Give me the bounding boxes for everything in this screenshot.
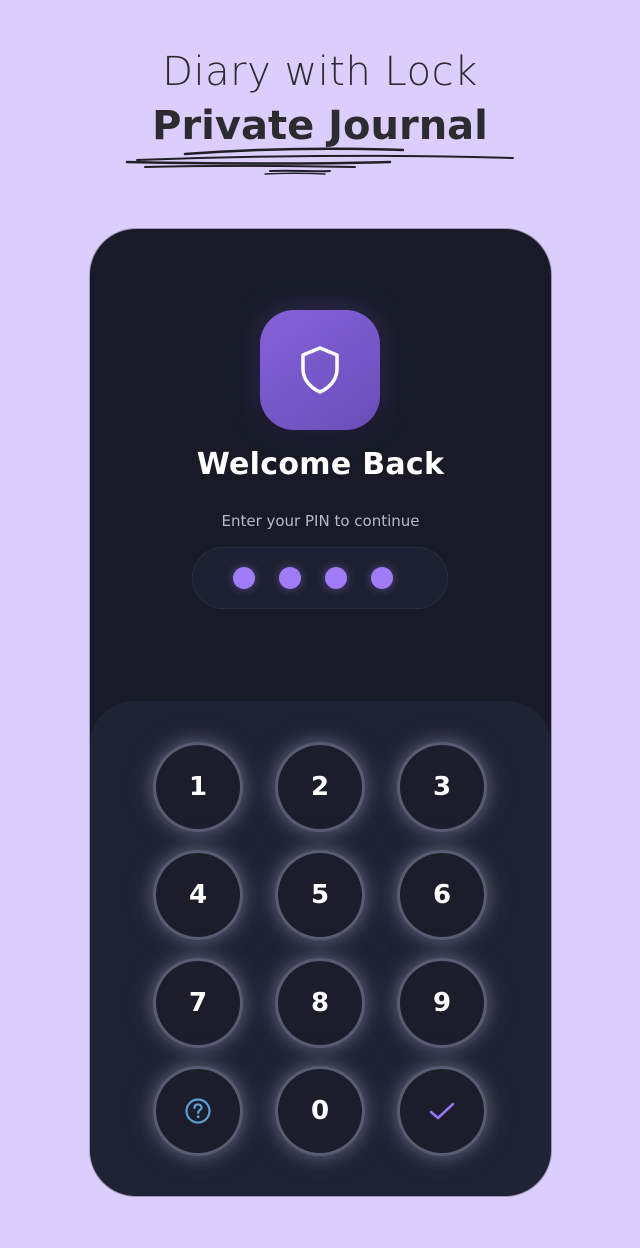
key-5[interactable]: 5 [278, 853, 362, 937]
key-2[interactable]: 2 [278, 745, 362, 829]
pin-prompt: Enter your PIN to continue [221, 512, 420, 530]
pin-indicator [192, 547, 448, 609]
pin-dot [325, 567, 347, 589]
key-label: 1 [188, 772, 208, 802]
shield-icon [301, 346, 339, 394]
key-8[interactable]: 8 [278, 961, 362, 1045]
key-3[interactable]: 3 [400, 745, 484, 829]
key-label: 8 [310, 988, 330, 1018]
headline-line1: Diary with Lock [162, 49, 478, 95]
phone-screen: Welcome Back Enter your PIN to continue … [90, 229, 551, 1196]
welcome-title: Welcome Back [196, 447, 445, 482]
pin-dot [279, 567, 301, 589]
key-label: 0 [310, 1096, 330, 1126]
key-label: 2 [310, 772, 330, 802]
key-1[interactable]: 1 [156, 745, 240, 829]
pin-keypad: 1 2 3 4 5 6 7 8 9 0 [90, 701, 551, 1196]
key-label: 5 [310, 880, 330, 910]
key-9[interactable]: 9 [400, 961, 484, 1045]
app-icon [260, 310, 380, 430]
key-0[interactable]: 0 [278, 1069, 362, 1153]
key-4[interactable]: 4 [156, 853, 240, 937]
promo-headline: Diary with Lock Private Journal [0, 44, 640, 154]
key-label: 4 [188, 880, 208, 910]
key-label: 7 [188, 988, 208, 1018]
help-button[interactable] [156, 1069, 240, 1153]
key-label: 3 [432, 772, 452, 802]
help-circle-icon [185, 1098, 211, 1124]
key-6[interactable]: 6 [400, 853, 484, 937]
checkmark-icon [429, 1102, 455, 1120]
scribble-underline [125, 147, 514, 175]
key-label: 6 [432, 880, 452, 910]
key-label: 9 [432, 988, 452, 1018]
confirm-button[interactable] [400, 1069, 484, 1153]
pin-dot [233, 567, 255, 589]
pin-dot [371, 567, 393, 589]
key-7[interactable]: 7 [156, 961, 240, 1045]
